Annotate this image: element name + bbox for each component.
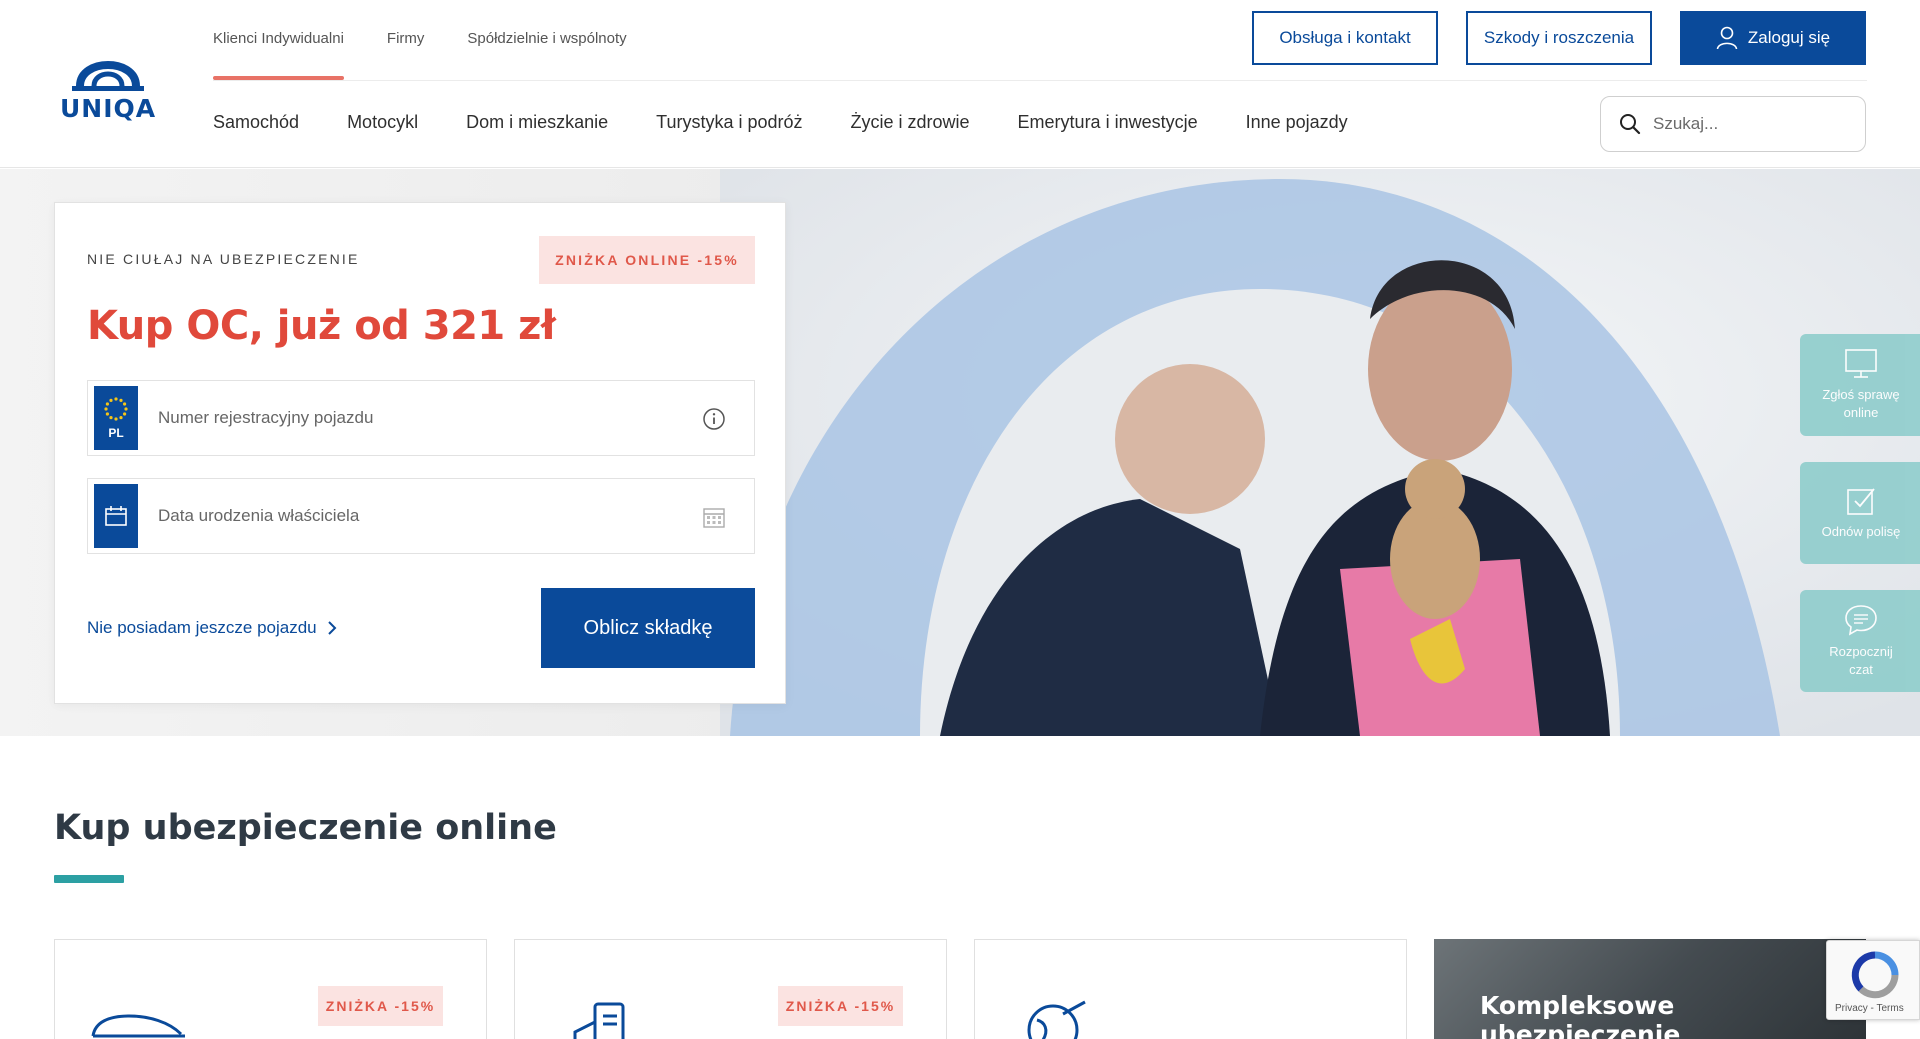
form-eyebrow: NIE CIUŁAJ NA UBEZPIECZENIE — [87, 251, 360, 267]
login-button[interactable]: Zaloguj się — [1680, 11, 1866, 65]
calendar-tag — [94, 484, 138, 548]
search-icon[interactable] — [1619, 113, 1641, 135]
oc-quote-form: NIE CIUŁAJ NA UBEZPIECZENIE ZNIŻKA ONLIN… — [54, 202, 786, 704]
nav-item-life-health[interactable]: Życie i zdrowie — [851, 112, 970, 133]
tab-companies[interactable]: Firmy — [387, 0, 425, 80]
owner-birthdate-field — [87, 478, 755, 554]
renew-policy-widget[interactable]: Odnów polisę — [1800, 462, 1920, 564]
globe-plane-icon — [1027, 1000, 1086, 1039]
site-header: UNIQA Klienci Indywidualni Firmy Spółdzi… — [0, 0, 1920, 168]
start-chat-widget[interactable]: Rozpocznij czat — [1800, 590, 1920, 692]
nav-item-home[interactable]: Dom i mieszkanie — [466, 112, 608, 133]
search-box — [1600, 96, 1866, 152]
product-card-car[interactable]: ZNIŻKA -15% — [54, 939, 487, 1039]
calendar-tag-icon — [105, 506, 127, 526]
section-title: Kup ubezpieczenie online — [54, 808, 557, 848]
product-card-travel[interactable] — [974, 939, 1407, 1039]
no-vehicle-label: Nie posiadam jeszcze pojazdu — [87, 618, 317, 637]
login-label: Zaloguj się — [1747, 28, 1831, 47]
logo-text: UNIQA — [60, 94, 157, 123]
house-document-icon — [573, 1002, 625, 1039]
calculate-premium-button[interactable]: Oblicz składkę — [541, 588, 755, 668]
nav-item-travel[interactable]: Turystyka i podróż — [656, 112, 802, 133]
hero-image — [720, 169, 1920, 736]
form-headline: Kup OC, już od 321 zł — [87, 303, 556, 349]
edit-check-icon — [1847, 488, 1875, 516]
section-title-underline — [54, 875, 124, 883]
main-nav: Samochód Motocykl Dom i mieszkanie Turys… — [213, 112, 1396, 133]
nav-item-retirement[interactable]: Emerytura i inwestycje — [1018, 112, 1198, 133]
product-card-home[interactable]: ZNIŻKA -15% — [514, 939, 947, 1039]
start-chat-label: Rozpocznij czat — [1829, 644, 1893, 677]
recaptcha-icon — [1851, 951, 1899, 999]
discount-badge: ZNIŻKA -15% — [778, 986, 903, 1026]
plate-number-input[interactable] — [158, 408, 678, 428]
top-buttons: Obsługa i kontakt Szkody i roszczenia Za… — [1252, 11, 1866, 65]
info-icon[interactable] — [702, 407, 726, 431]
contact-button[interactable]: Obsługa i kontakt — [1252, 11, 1438, 65]
nav-item-other-vehicles[interactable]: Inne pojazdy — [1246, 112, 1348, 133]
nav-item-motorcycle[interactable]: Motocykl — [347, 112, 418, 133]
uniqa-logo-mark-icon — [72, 61, 144, 91]
no-vehicle-link[interactable]: Nie posiadam jeszcze pojazdu — [87, 618, 337, 638]
chevron-right-icon — [327, 621, 337, 635]
tab-individual-clients[interactable]: Klienci Indywidualni — [213, 0, 344, 80]
promo-title: Kompleksowe ubezpieczenie — [1480, 991, 1681, 1039]
owner-birthdate-input[interactable] — [158, 506, 678, 526]
plate-country-code: PL — [108, 426, 124, 440]
monitor-icon — [1845, 349, 1877, 379]
promo-card-comprehensive[interactable]: Kompleksowe ubezpieczenie — [1434, 939, 1866, 1039]
eu-plate-tag: PL — [94, 386, 138, 450]
header-divider — [213, 80, 1867, 81]
tab-cooperatives[interactable]: Spółdzielnie i wspólnoty — [467, 0, 626, 80]
car-icon — [91, 1014, 185, 1038]
online-discount-badge: ZNIŻKA ONLINE -15% — [539, 236, 755, 284]
eu-stars-icon — [104, 397, 128, 421]
segment-tabs: Klienci Indywidualni Firmy Spółdzielnie … — [213, 0, 670, 80]
renew-policy-label: Odnów polisę — [1821, 524, 1901, 540]
calendar-picker-icon[interactable] — [702, 505, 726, 529]
discount-badge: ZNIŻKA -15% — [318, 986, 443, 1026]
chat-icon — [1845, 605, 1877, 636]
search-input[interactable] — [1653, 114, 1843, 134]
claims-button[interactable]: Szkody i roszczenia — [1466, 11, 1652, 65]
plate-number-field: PL — [87, 380, 755, 456]
uniqa-logo[interactable]: UNIQA — [60, 48, 157, 123]
report-case-online-widget[interactable]: Zgłoś sprawę online — [1800, 334, 1920, 436]
report-case-label: Zgłoś sprawę online — [1822, 387, 1900, 420]
nav-item-car[interactable]: Samochód — [213, 112, 299, 133]
recaptcha-badge[interactable]: Privacy - Terms — [1826, 940, 1920, 1020]
recaptcha-links[interactable]: Privacy - Terms — [1835, 1003, 1904, 1014]
user-icon — [1716, 26, 1738, 50]
